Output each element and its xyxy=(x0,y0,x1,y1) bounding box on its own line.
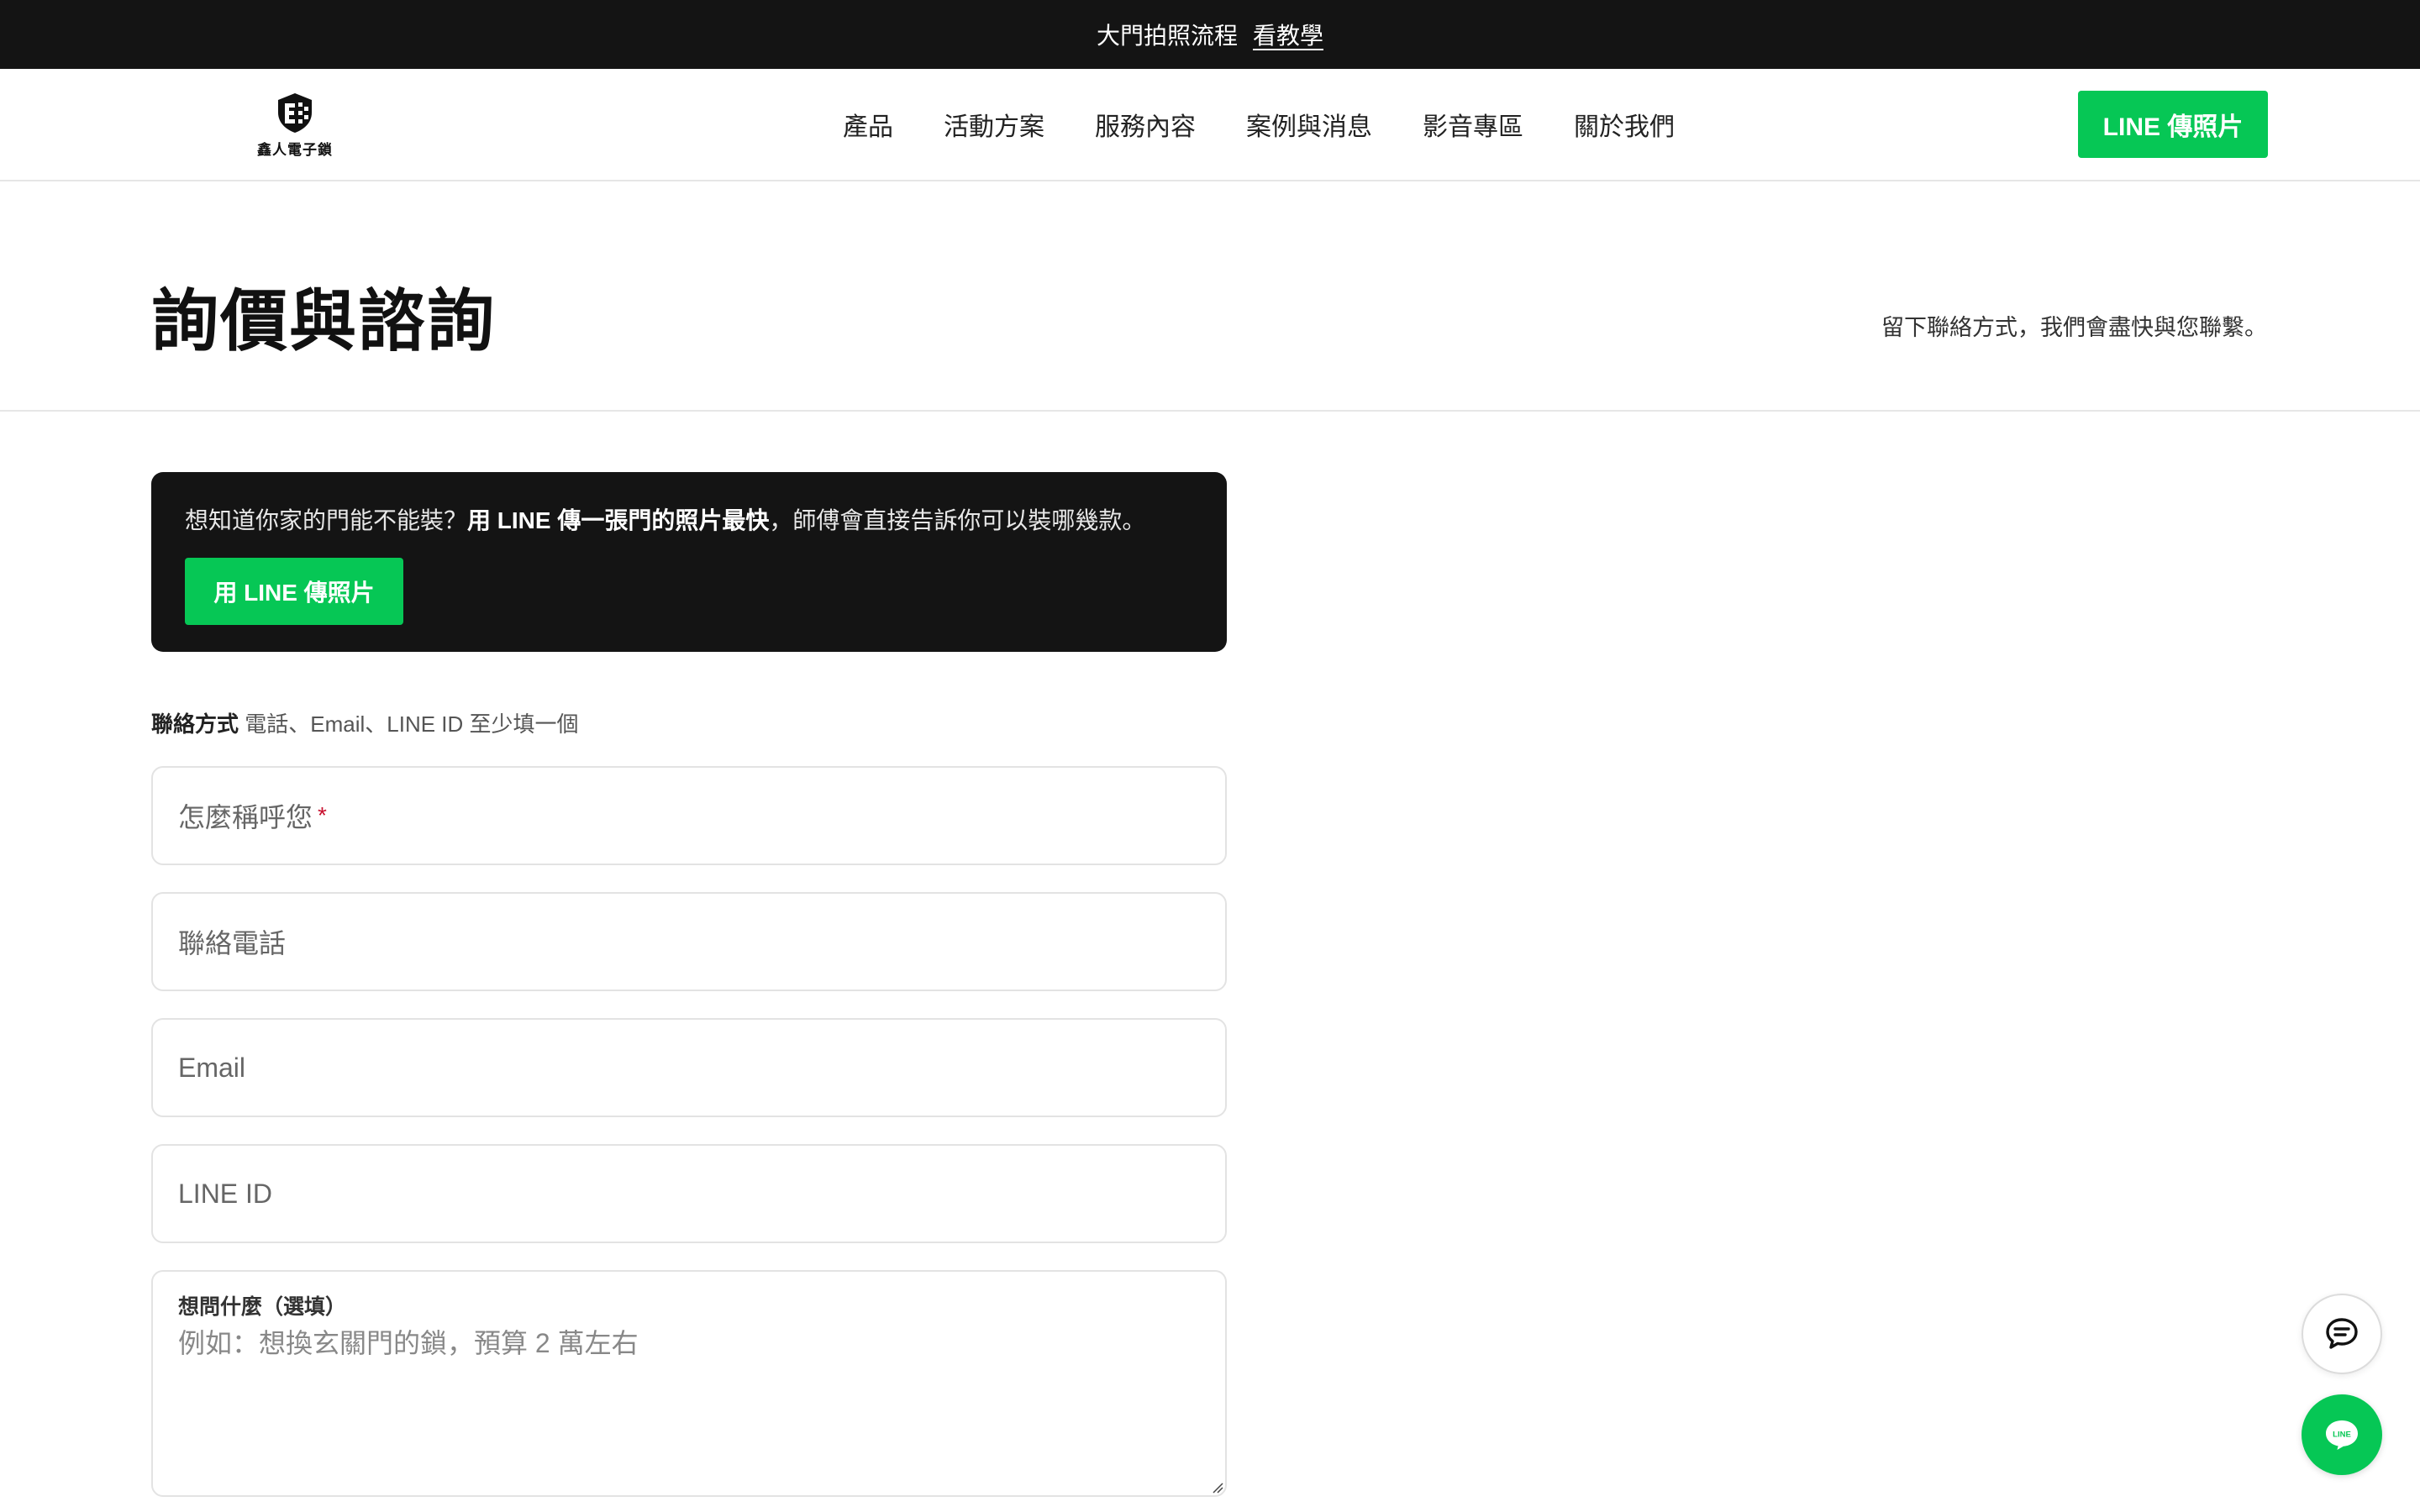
resize-handle-icon[interactable] xyxy=(1210,1480,1223,1494)
contact-label-bold: 聯絡方式 xyxy=(151,711,239,737)
shield-logo-icon xyxy=(278,93,312,133)
line-photo-callout: 想知道你家的門能不能裝？用 LINE 傳一張門的照片最快，師傅會直接告訴你可以裝… xyxy=(151,472,1227,652)
callout-text-bold: 用 LINE 傳一張門的照片最快 xyxy=(467,507,770,533)
question-label: 想問什麼（選填） xyxy=(178,1295,347,1319)
announcement-tutorial-link[interactable]: 看教學 xyxy=(1253,18,1323,51)
line-icon: LINE xyxy=(2326,1420,2358,1450)
nav-item-videos[interactable]: 影音專區 xyxy=(1423,106,1523,143)
line-id-placeholder: LINE ID xyxy=(178,1178,273,1209)
site-logo[interactable]: 鑫人電子鎖 xyxy=(257,91,333,161)
page-title: 詢價與諮詢 xyxy=(151,284,496,359)
callout-text-before: 想知道你家的門能不能裝？ xyxy=(185,507,468,533)
page-subtitle: 留下聯絡方式，我們會盡快與您聯繫。 xyxy=(1881,315,2267,340)
contact-hint: 電話、Email、LINE ID 至少填一個 xyxy=(245,711,579,737)
chat-float-button[interactable] xyxy=(2302,1294,2382,1374)
phone-placeholder: 聯絡電話 xyxy=(178,928,287,958)
logo-text: 鑫人電子鎖 xyxy=(257,142,333,158)
line-icon-label: LINE xyxy=(2333,1431,2351,1440)
name-placeholder: 怎麼稱呼您 xyxy=(178,802,313,832)
callout-text-after: ，師傅會直接告訴你可以裝哪幾款。 xyxy=(769,507,1146,533)
nav-item-about[interactable]: 關於我們 xyxy=(1574,106,1675,143)
nav-item-products[interactable]: 產品 xyxy=(843,106,893,143)
nav-item-cases-news[interactable]: 案例與消息 xyxy=(1246,106,1372,143)
question-textarea[interactable]: 想問什麼（選填） 例如：想換玄關門的鎖，預算 2 萬左右 xyxy=(151,1270,1227,1497)
nav-item-services[interactable]: 服務內容 xyxy=(1095,106,1196,143)
question-placeholder: 例如：想換玄關門的鎖，預算 2 萬左右 xyxy=(178,1328,639,1358)
nav-item-promotions[interactable]: 活動方案 xyxy=(944,106,1044,143)
callout-line-button[interactable]: 用 LINE 傳照片 xyxy=(185,558,403,625)
line-id-field[interactable]: LINE ID xyxy=(151,1144,1227,1243)
contact-method-label: 聯絡方式 電話、Email、LINE ID 至少填一個 xyxy=(151,707,579,738)
phone-field[interactable]: 聯絡電話 xyxy=(151,892,1227,991)
chat-bubble-icon xyxy=(2326,1318,2358,1349)
email-field[interactable]: Email xyxy=(151,1018,1227,1117)
line-send-photo-button[interactable]: LINE 傳照片 xyxy=(2078,91,2268,158)
name-field[interactable]: 怎麼稱呼您 * xyxy=(151,766,1227,865)
site-header: 鑫人電子鎖 產品 活動方案 服務內容 案例與消息 影音專區 關於我們 LINE … xyxy=(0,69,2420,181)
callout-text: 想知道你家的門能不能裝？用 LINE 傳一張門的照片最快，師傅會直接告訴你可以裝… xyxy=(185,502,1145,536)
main-nav: 產品 活動方案 服務內容 案例與消息 影音專區 關於我們 xyxy=(843,106,1675,143)
announcement-text: 大門拍照流程 xyxy=(1096,23,1238,49)
announcement-bar: 大門拍照流程 看教學 xyxy=(0,0,2420,69)
line-float-button[interactable]: LINE xyxy=(2302,1394,2382,1475)
required-mark: * xyxy=(318,802,327,828)
page-title-section: 詢價與諮詢 留下聯絡方式，我們會盡快與您聯繫。 xyxy=(0,181,2420,412)
email-placeholder: Email xyxy=(178,1052,246,1083)
